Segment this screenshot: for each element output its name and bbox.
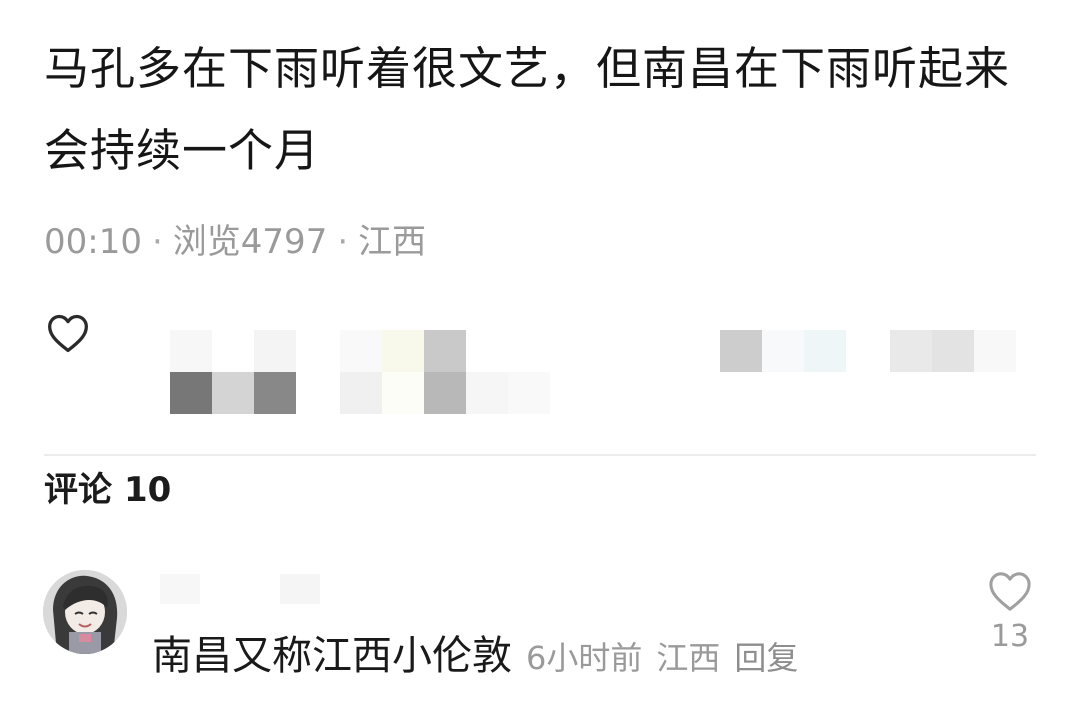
comment-time: 6小时前 — [526, 639, 643, 677]
comments-label: 评论 — [44, 470, 112, 510]
commenter-name-blurred — [160, 574, 360, 604]
comments-count: 10 — [124, 470, 172, 510]
blur-pixel — [890, 330, 932, 372]
comment-line: 南昌又称江西小伦敦 6小时前 江西 回复 — [152, 630, 798, 684]
reply-button[interactable]: 回复 — [734, 639, 798, 677]
blur-pixel — [974, 330, 1016, 372]
post-time: 00:10 — [44, 222, 142, 262]
blur-pixel — [382, 372, 424, 414]
blur-pixel — [280, 574, 320, 604]
liker-avatars-blurred — [100, 318, 1060, 422]
comment-like-button[interactable]: 13 — [984, 570, 1036, 660]
meta-separator: · — [151, 222, 163, 262]
comment-like-count: 13 — [990, 619, 1030, 654]
meta-separator: · — [337, 222, 349, 262]
avatar[interactable] — [43, 570, 127, 654]
blur-pixel — [340, 372, 382, 414]
blur-pixel — [254, 330, 296, 372]
blur-pixel — [424, 330, 466, 372]
blur-pixel — [340, 330, 382, 372]
blur-pixel — [804, 330, 846, 372]
section-divider — [44, 454, 1036, 456]
post-location: 江西 — [358, 222, 427, 262]
post-meta: 00:10 · 浏览4797 · 江西 — [44, 220, 426, 264]
blur-pixel — [762, 330, 804, 372]
comment-text: 南昌又称江西小伦敦 — [152, 633, 512, 679]
blur-pixel — [160, 574, 200, 604]
blur-pixel — [382, 330, 424, 372]
avatar-image — [43, 570, 127, 654]
blur-pixel — [170, 372, 212, 414]
blur-pixel — [720, 330, 762, 372]
comment-location: 江西 — [656, 639, 721, 677]
heart-outline-icon[interactable] — [46, 312, 90, 354]
heart-outline-icon — [989, 572, 1031, 611]
post-text: 马孔多在下雨听着很文艺，但南昌在下雨听起来会持续一个月 — [44, 42, 1011, 177]
blur-pixel — [424, 372, 466, 414]
blur-pixel — [466, 372, 508, 414]
blur-pixel — [932, 330, 974, 372]
blur-pixel — [212, 372, 254, 414]
blur-pixel — [508, 372, 550, 414]
post-views: 浏览4797 — [172, 222, 328, 262]
blur-pixel — [170, 330, 212, 372]
comments-header: 评论 10 — [44, 466, 171, 514]
blur-pixel — [254, 372, 296, 414]
comment-item: 南昌又称江西小伦敦 6小时前 江西 回复 13 — [0, 560, 1080, 710]
